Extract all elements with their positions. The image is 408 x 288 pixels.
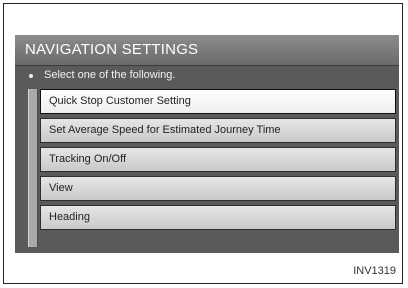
title-bar: NAVIGATION SETTINGS [15,35,399,66]
bullet-icon [29,74,33,78]
navigation-settings-screen: NAVIGATION SETTINGS Select one of the fo… [15,35,399,253]
page-title: NAVIGATION SETTINGS [25,41,199,58]
menu-item-heading[interactable]: Heading [40,205,396,230]
figure-frame: NAVIGATION SETTINGS Select one of the fo… [3,3,403,284]
menu-item-view[interactable]: View [40,176,396,201]
menu-item-quick-stop-customer-setting[interactable]: Quick Stop Customer Setting [40,89,396,114]
scroll-strip [28,89,38,247]
instruction-row: Select one of the following. [15,66,399,88]
instruction-text: Select one of the following. [44,69,176,81]
settings-menu: Quick Stop Customer Setting Set Average … [40,89,396,234]
menu-item-set-average-speed[interactable]: Set Average Speed for Estimated Journey … [40,118,396,143]
menu-item-tracking-on-off[interactable]: Tracking On/Off [40,147,396,172]
figure-code: INV1319 [353,265,396,277]
